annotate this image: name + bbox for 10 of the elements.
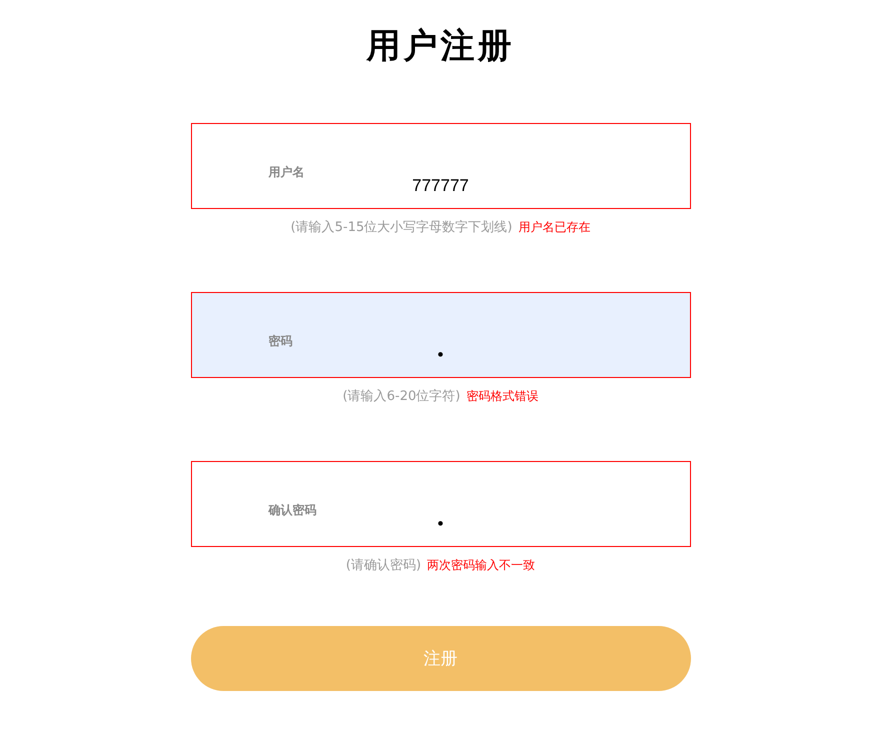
error-message: 密码格式错误 [466,388,538,404]
field-label: 用户名 [268,164,304,181]
field-hint: (请输入6-20位字符) [342,388,460,405]
error-message: 两次密码输入不一致 [427,556,536,574]
field-hint: (请输入5-15位大小写字母数字下划线) [290,219,512,236]
field-label: 密码 [268,333,292,350]
field-label: 确认密码 [268,502,316,519]
field-hint: (请确认密码) [346,557,422,574]
page-title: 用户注册 [366,25,514,68]
error-message: 用户名已存在 [518,218,590,236]
